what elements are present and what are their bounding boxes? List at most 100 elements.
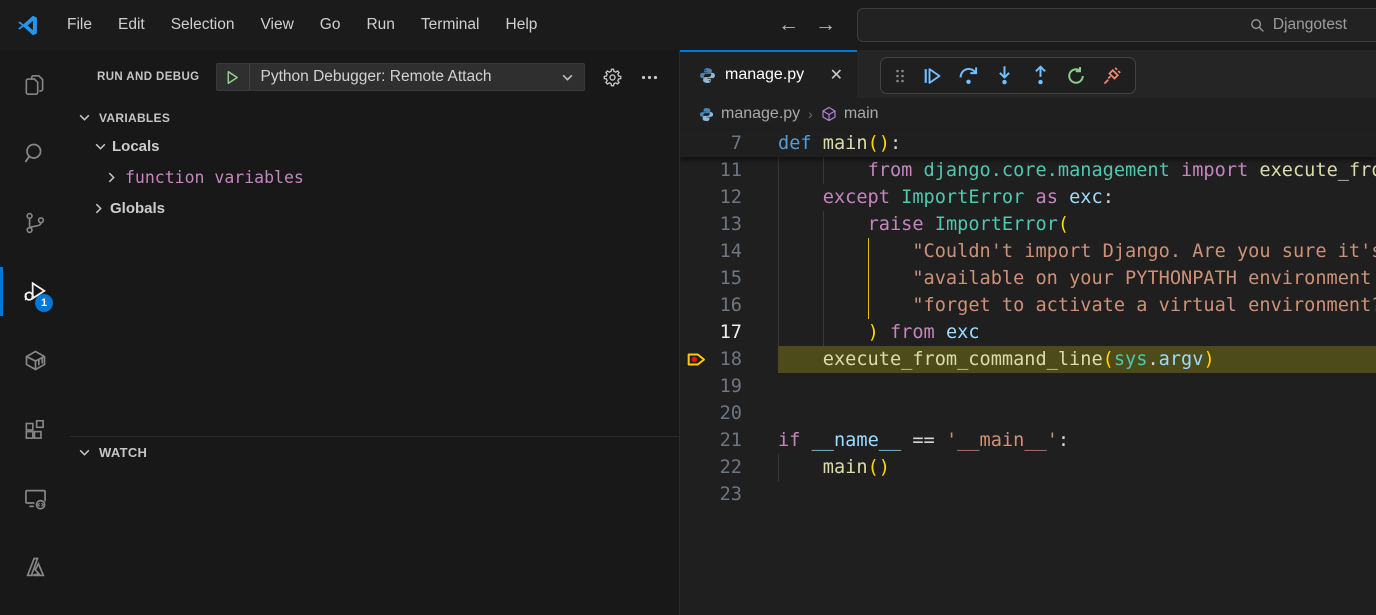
- code-line-16[interactable]: 16 "forget to activate a virtual environ…: [680, 292, 1376, 319]
- workspace-search-label: Djangotest: [1273, 16, 1347, 34]
- sticky-scroll[interactable]: 7def main():: [680, 130, 1376, 157]
- sidebar-item-containers[interactable]: [0, 326, 70, 395]
- code-line-17[interactable]: 17 ) from exc: [680, 319, 1376, 346]
- disconnect-button[interactable]: [1094, 59, 1130, 92]
- command-center-search[interactable]: Djangotest: [857, 8, 1376, 42]
- azure-icon: [22, 554, 49, 581]
- start-debug-button[interactable]: [217, 64, 250, 90]
- variables-group-function-variables[interactable]: function variables: [70, 162, 679, 193]
- breadcrumb-symbol[interactable]: main: [844, 105, 879, 123]
- code-line-14[interactable]: 14 "Couldn't import Django. Are you sure…: [680, 238, 1376, 265]
- debug-toolbar: [880, 57, 1136, 94]
- tab-manage-py[interactable]: manage.py ✕: [680, 50, 857, 98]
- code-line-13[interactable]: 13 raise ImportError(: [680, 211, 1376, 238]
- restart-button[interactable]: [1058, 59, 1094, 92]
- variables-section-header[interactable]: VARIABLES: [70, 104, 679, 131]
- code-lines[interactable]: 11 from django.core.management import ex…: [680, 157, 1376, 508]
- sidebar-item-search[interactable]: [0, 119, 70, 188]
- sidebar-item-azure[interactable]: [0, 533, 70, 602]
- launch-config-dropdown[interactable]: Python Debugger: Remote Attach: [216, 63, 585, 91]
- gear-icon[interactable]: [602, 67, 623, 88]
- files-icon: [22, 72, 48, 98]
- editor-group: manage.py ✕: [679, 50, 1376, 615]
- line-number[interactable]: 13: [680, 211, 778, 238]
- watch-section-header[interactable]: WATCH: [70, 437, 679, 468]
- menu-item-file[interactable]: File: [54, 0, 105, 50]
- symbol-method-icon: [821, 106, 837, 122]
- breadcrumb-separator: ›: [807, 106, 814, 122]
- panel-header: RUN AND DEBUG Python Debugger: Remote At…: [70, 50, 679, 104]
- line-number[interactable]: 21: [680, 427, 778, 454]
- sidebar-item-run-and-debug[interactable]: 1: [0, 257, 70, 326]
- code-line-15[interactable]: 15 "available on your PYTHONPATH environ…: [680, 265, 1376, 292]
- code-editor[interactable]: 7def main(): 11 from django.core.managem…: [680, 130, 1376, 508]
- sidebar-item-extensions[interactable]: [0, 395, 70, 464]
- scope-label: Globals: [110, 200, 165, 217]
- navigate-forward-icon[interactable]: →: [815, 0, 836, 50]
- sidebar-item-explorer[interactable]: [0, 50, 70, 119]
- panel-title: RUN AND DEBUG: [97, 71, 200, 83]
- code-line-21[interactable]: 21if __name__ == '__main__':: [680, 427, 1376, 454]
- variables-scope-globals[interactable]: Globals: [70, 193, 679, 224]
- menu-item-help[interactable]: Help: [493, 0, 551, 50]
- code-line-7[interactable]: 7def main():: [680, 130, 1376, 157]
- active-indicator: [0, 267, 3, 316]
- code-line-22[interactable]: 22 main(): [680, 454, 1376, 481]
- code-line-23[interactable]: 23: [680, 481, 1376, 508]
- menu-bar: FileEditSelectionViewGoRunTerminalHelp: [54, 0, 550, 50]
- line-number[interactable]: 16: [680, 292, 778, 319]
- variables-scope-locals[interactable]: Locals: [70, 131, 679, 162]
- menu-item-run[interactable]: Run: [353, 0, 407, 50]
- chevron-down-icon: [78, 446, 96, 459]
- line-number[interactable]: 17: [680, 319, 778, 346]
- variable-group-label: function variables: [125, 168, 304, 187]
- code-line-12[interactable]: 12 except ImportError as exc:: [680, 184, 1376, 211]
- chevron-right-icon: [103, 171, 119, 184]
- search-icon: [1250, 18, 1265, 33]
- code-line-19[interactable]: 19: [680, 373, 1376, 400]
- tab-label: manage.py: [725, 66, 821, 84]
- line-number[interactable]: 19: [680, 373, 778, 400]
- line-number[interactable]: 11: [680, 157, 778, 184]
- step-into-button[interactable]: [986, 59, 1022, 92]
- step-over-button[interactable]: [950, 59, 986, 92]
- chevron-right-icon: [90, 202, 106, 215]
- launch-config-label: Python Debugger: Remote Attach: [250, 68, 561, 86]
- python-icon: [699, 67, 716, 84]
- step-out-button[interactable]: [1022, 59, 1058, 92]
- line-number[interactable]: 18: [680, 346, 778, 373]
- chevron-down-icon: [92, 140, 108, 153]
- line-number[interactable]: 15: [680, 265, 778, 292]
- menu-item-view[interactable]: View: [247, 0, 306, 50]
- code-line-18[interactable]: 18 execute_from_command_line(sys.argv): [680, 346, 1376, 373]
- menu-item-selection[interactable]: Selection: [158, 0, 248, 50]
- title-bar: FileEditSelectionViewGoRunTerminalHelp ←…: [0, 0, 1376, 50]
- continue-button[interactable]: [914, 59, 950, 92]
- drag-handle[interactable]: [886, 59, 914, 92]
- line-number[interactable]: 12: [680, 184, 778, 211]
- line-number[interactable]: 20: [680, 400, 778, 427]
- breakpoint-current-line-icon[interactable]: [687, 350, 707, 369]
- line-number[interactable]: 14: [680, 238, 778, 265]
- code-line-20[interactable]: 20: [680, 400, 1376, 427]
- breadcrumb-file[interactable]: manage.py: [721, 105, 800, 123]
- navigate-back-icon[interactable]: ←: [778, 0, 799, 50]
- breadcrumb: manage.py › main: [680, 98, 1376, 130]
- menu-item-terminal[interactable]: Terminal: [408, 0, 493, 50]
- sidebar-item-source-control[interactable]: [0, 188, 70, 257]
- container-box-icon: [22, 347, 49, 374]
- menu-item-edit[interactable]: Edit: [105, 0, 158, 50]
- code-line-11[interactable]: 11 from django.core.management import ex…: [680, 157, 1376, 184]
- sidebar-item-remote-explorer[interactable]: [0, 464, 70, 533]
- line-number[interactable]: 23: [680, 481, 778, 508]
- menu-item-go[interactable]: Go: [307, 0, 354, 50]
- tab-bar: manage.py ✕: [680, 50, 1376, 98]
- git-branch-icon: [22, 210, 48, 236]
- more-actions-icon[interactable]: [640, 68, 659, 87]
- close-icon[interactable]: ✕: [830, 65, 843, 85]
- line-number[interactable]: 22: [680, 454, 778, 481]
- watch-section-title: WATCH: [99, 445, 147, 460]
- line-number[interactable]: 7: [680, 130, 778, 157]
- activity-bar: 1: [0, 50, 70, 615]
- python-icon: [699, 107, 714, 122]
